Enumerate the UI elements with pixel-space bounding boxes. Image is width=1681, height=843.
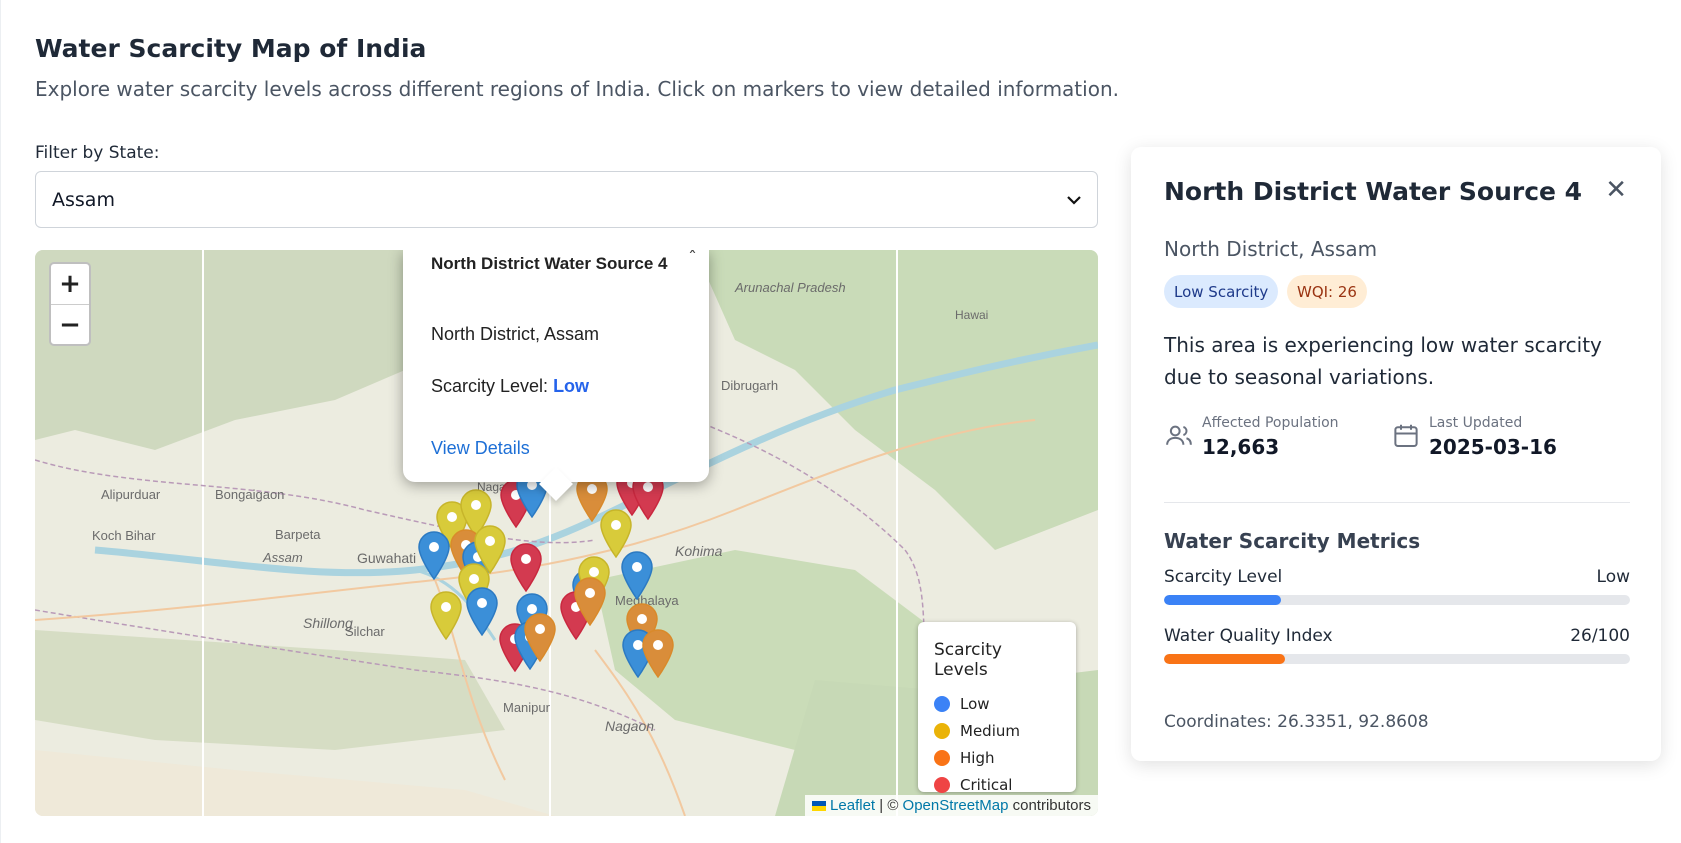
metric-value: Low [1596, 567, 1630, 587]
map-marker-high[interactable] [641, 628, 675, 678]
popup-level-value: Low [553, 376, 590, 396]
map-place-label: Assam [263, 550, 303, 565]
filter-label: Filter by State: [35, 143, 160, 163]
legend-dot-low [934, 695, 950, 712]
metric-scarcity-level: Scarcity Level Low [1164, 567, 1630, 605]
map-place-label: Koch Bihar [92, 528, 156, 543]
map-place-label: Arunachal Pradesh [735, 280, 846, 295]
progress-fill [1164, 595, 1281, 605]
calendar-icon [1394, 424, 1418, 447]
divider [1164, 502, 1630, 503]
legend-item-critical: Critical [934, 771, 1060, 798]
map-place-label: Alipurduar [101, 487, 161, 502]
map-marker-low[interactable] [417, 530, 451, 580]
legend-dot-critical [934, 776, 950, 793]
coordinates: Coordinates: 26.3351, 92.8608 [1164, 712, 1429, 732]
leaflet-link[interactable]: Leaflet [830, 797, 875, 814]
page-title: Water Scarcity Map of India [35, 34, 427, 63]
map-place-label: Dibrugarh [721, 378, 779, 393]
chevron-down-icon [1067, 190, 1081, 209]
zoom-out-button[interactable]: − [51, 304, 89, 344]
ukraine-flag-icon [812, 801, 827, 812]
state-filter-value: Assam [52, 188, 115, 211]
legend-item-medium: Medium [934, 717, 1060, 744]
map-place-label: Bongaigaon [215, 487, 285, 502]
legend-label: Medium [960, 721, 1020, 740]
popup-close-icon[interactable]: ˆ [688, 250, 697, 269]
details-title: North District Water Source 4 [1164, 177, 1583, 206]
zoom-in-button[interactable]: + [51, 264, 89, 304]
attribution-suffix: contributors [1008, 797, 1091, 814]
marker-popup: ˆ North District Water Source 4 North Di… [403, 250, 709, 482]
map-attribution: Leaflet | © OpenStreetMap contributors [805, 795, 1098, 816]
map-place-label: Manipur [503, 700, 550, 715]
map-marker-low[interactable] [620, 550, 654, 600]
progress-fill [1164, 654, 1286, 664]
legend-dot-high [934, 749, 950, 766]
map-marker-high[interactable] [523, 612, 557, 662]
legend-item-high: High [934, 744, 1060, 771]
popup-view-details-link[interactable]: View Details [431, 438, 530, 459]
close-icon[interactable]: ✕ [1605, 175, 1627, 205]
state-filter-select[interactable]: Assam [35, 171, 1098, 228]
users-icon [1166, 425, 1192, 445]
metric-value: 26/100 [1570, 626, 1630, 646]
details-location: North District, Assam [1164, 237, 1378, 261]
scarcity-badge: Low Scarcity [1164, 275, 1279, 308]
map-legend: Scarcity Levels Low Medium High Critical [918, 622, 1076, 794]
popup-title: North District Water Source 4 [431, 254, 668, 273]
affected-population-stat: Affected Population 12,663 [1164, 415, 1339, 459]
map-place-label: Hawai [955, 308, 989, 322]
progress-bar [1164, 654, 1630, 664]
map-place-label: Kohima [675, 543, 723, 559]
metric-label: Water Quality Index [1164, 626, 1333, 646]
map-place-label: Guwahati [357, 550, 417, 566]
zoom-control: + − [49, 262, 91, 346]
main-card: Water Scarcity Map of India Explore wate… [0, 0, 1681, 843]
page-subtitle: Explore water scarcity levels across dif… [35, 77, 1119, 101]
details-panel: North District Water Source 4 ✕ North Di… [1131, 147, 1661, 761]
page: Water Scarcity Map of India Explore wate… [0, 0, 1681, 843]
legend-label: High [960, 748, 995, 767]
legend-title: Scarcity Levels [934, 640, 1002, 680]
progress-bar [1164, 595, 1630, 605]
map-place-label: Barpeta [275, 527, 321, 542]
map-place-label: Nagaon [605, 718, 655, 734]
map-marker-critical[interactable] [509, 542, 543, 592]
map-marker-medium[interactable] [429, 590, 463, 640]
map-place-label: Silchar [345, 624, 385, 639]
last-updated-stat: Last Updated 2025-03-16 [1391, 415, 1557, 459]
metrics-title: Water Scarcity Metrics [1164, 529, 1421, 553]
updated-value: 2025-03-16 [1429, 435, 1557, 459]
updated-label: Last Updated [1429, 415, 1523, 431]
map-marker-high[interactable] [573, 576, 607, 626]
legend-dot-medium [934, 722, 950, 739]
map[interactable]: Arunachal PradeshHawaiDibrugarhJorhatAli… [35, 250, 1098, 816]
popup-location: North District, Assam [431, 324, 600, 344]
metric-water-quality-index: Water Quality Index 26/100 [1164, 626, 1630, 664]
details-description: This area is experiencing low water scar… [1164, 333, 1602, 389]
map-marker-low[interactable] [465, 586, 499, 636]
metric-label: Scarcity Level [1164, 567, 1283, 587]
legend-item-low: Low [934, 690, 1060, 717]
wqi-badge: WQI: 26 [1287, 275, 1367, 308]
population-label: Affected Population [1202, 415, 1339, 431]
legend-label: Critical [960, 775, 1013, 794]
popup-level-label: Scarcity Level: [431, 376, 549, 396]
population-value: 12,663 [1202, 435, 1280, 459]
legend-label: Low [960, 694, 990, 713]
osm-link[interactable]: OpenStreetMap [903, 797, 1009, 814]
attribution-sep: | © [875, 797, 903, 814]
popup-scarcity-level: Scarcity Level: Low [431, 376, 589, 397]
